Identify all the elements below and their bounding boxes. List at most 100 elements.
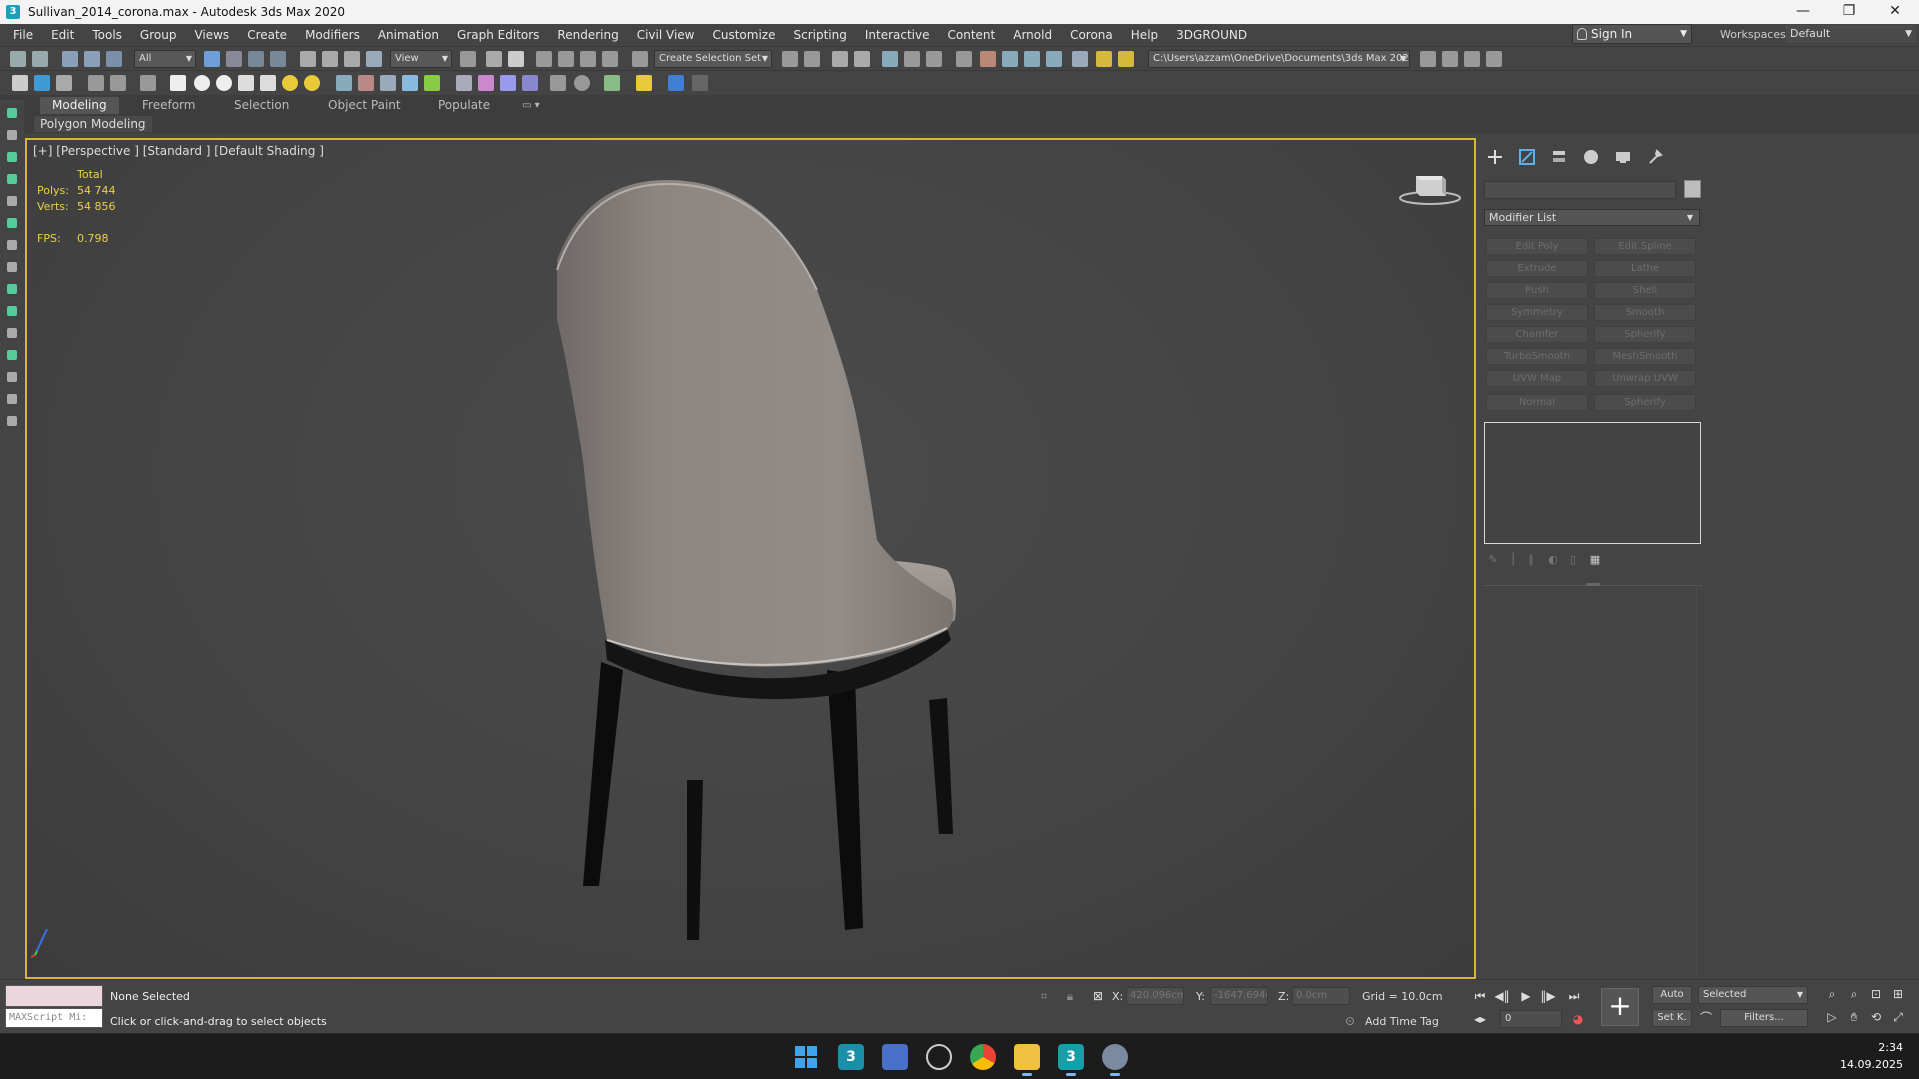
modifier-stack[interactable]: [1484, 422, 1701, 544]
menu-help[interactable]: Help: [1122, 28, 1167, 42]
window-crossing-icon[interactable]: [270, 51, 286, 67]
corona-icon[interactable]: [34, 75, 50, 91]
zoom-extents-icon[interactable]: ⊡: [1868, 986, 1884, 1002]
zoom-icon[interactable]: ⌕: [1824, 986, 1840, 1002]
layer-explorer-icon[interactable]: [854, 51, 870, 67]
filters-button[interactable]: Filters...: [1720, 1009, 1808, 1027]
menu-tools[interactable]: Tools: [83, 28, 131, 42]
modify-tool-icon[interactable]: [7, 130, 17, 140]
keyboard-shortcut-override-icon[interactable]: [508, 51, 524, 67]
set-key-big-icon[interactable]: +: [1601, 988, 1639, 1026]
modifier-button-edit-poly[interactable]: Edit Poly: [1486, 238, 1588, 255]
menu-modifiers[interactable]: Modifiers: [296, 28, 369, 42]
create-tab-icon[interactable]: [1486, 148, 1504, 166]
open-project-icon[interactable]: [1442, 51, 1458, 67]
play-icon[interactable]: ▶: [1518, 988, 1534, 1004]
auto-key-button[interactable]: Auto: [1652, 986, 1692, 1004]
script-icon[interactable]: [550, 75, 566, 91]
menu-rendering[interactable]: Rendering: [548, 28, 627, 42]
grid-dots-icon[interactable]: [692, 75, 708, 91]
project-settings-icon[interactable]: [1486, 51, 1502, 67]
scene-explorer-icon[interactable]: [832, 51, 848, 67]
corona-interactive-icon[interactable]: [1072, 51, 1088, 67]
modifier-button-spherify-2[interactable]: Spherify: [1594, 394, 1696, 411]
motion-tool-icon[interactable]: [7, 174, 17, 184]
modifier-button-unwrap-uvw[interactable]: Unwrap UVW: [1594, 370, 1696, 387]
search-icon[interactable]: [926, 1044, 952, 1070]
object-color-swatch[interactable]: [1684, 180, 1701, 198]
create-tool-icon[interactable]: [7, 108, 17, 118]
select-manipulate-icon[interactable]: [486, 51, 502, 67]
viewport-label-menu[interactable]: [+] [Perspective ] [Standard ] [Default …: [33, 144, 324, 158]
sign-in-dropdown[interactable]: Sign In ▼: [1572, 24, 1692, 44]
utilities-tool-icon[interactable]: [7, 218, 17, 228]
tab-modeling[interactable]: Modeling: [40, 97, 119, 114]
utilities-tab-icon[interactable]: [1646, 148, 1664, 166]
walkthrough-tool-icon[interactable]: [7, 372, 17, 382]
maxscript-mini-listener[interactable]: MAXScript Mi:: [5, 1008, 103, 1028]
selection-lock-icon[interactable]: 🔒︎: [1062, 988, 1078, 1004]
snaps-toggle-icon[interactable]: [536, 51, 552, 67]
layer-tool-icon[interactable]: [7, 240, 17, 250]
scatter-icon[interactable]: [358, 75, 374, 91]
display-tool-icon[interactable]: [7, 196, 17, 206]
next-frame-icon[interactable]: ‖▶: [1540, 988, 1556, 1004]
modifier-button-smooth[interactable]: Smooth: [1594, 304, 1696, 321]
rectangular-selection-icon[interactable]: [248, 51, 264, 67]
configure-modifier-sets-icon[interactable]: ▦: [1588, 553, 1602, 567]
x-coordinate-field[interactable]: 420.096cm: [1126, 987, 1184, 1005]
polygon-modeling-panel[interactable]: Polygon Modeling: [34, 116, 152, 132]
corona-tools-icon[interactable]: [1118, 51, 1134, 67]
reference-coordinate-dropdown[interactable]: View ▼: [390, 50, 452, 68]
modifier-button-spherify[interactable]: Spherify: [1594, 326, 1696, 343]
save-project-icon[interactable]: [1464, 51, 1480, 67]
object-name-field[interactable]: [1484, 181, 1676, 199]
modifier-button-edit-spline[interactable]: Edit Spline: [1594, 238, 1696, 255]
add-time-tag[interactable]: Add Time Tag: [1365, 1015, 1439, 1028]
close-button[interactable]: ✕: [1872, 0, 1918, 24]
restore-button[interactable]: ❐: [1826, 0, 1872, 24]
tab-selection[interactable]: Selection: [222, 97, 301, 114]
color-picker-icon[interactable]: [478, 75, 494, 91]
menu-edit[interactable]: Edit: [42, 28, 83, 42]
list-tool-icon[interactable]: [56, 75, 72, 91]
3dsmax-taskbar-icon[interactable]: 3: [838, 1044, 864, 1070]
rotate-icon[interactable]: [322, 51, 338, 67]
render-production-icon[interactable]: [1024, 51, 1040, 67]
project-path-dropdown[interactable]: C:\Users\azzam\OneDrive\Documents\3ds Ma…: [1148, 50, 1410, 68]
mirror-icon[interactable]: [782, 51, 798, 67]
spinner-snap-icon[interactable]: [602, 51, 618, 67]
3dsmax-app-icon[interactable]: 3: [6, 5, 20, 19]
3dsmax-running-icon[interactable]: 3: [1058, 1044, 1084, 1076]
remove-modifier-icon[interactable]: ◐: [1546, 553, 1560, 567]
chrome-icon[interactable]: [970, 1044, 996, 1070]
camera-icon[interactable]: [456, 75, 472, 91]
clock-time[interactable]: 2:34: [1878, 1041, 1903, 1054]
menu-views[interactable]: Views: [185, 28, 238, 42]
clock-date[interactable]: 14.09.2025: [1840, 1058, 1903, 1071]
modify-tab-icon[interactable]: [1518, 148, 1536, 166]
go-to-end-icon[interactable]: ⏭: [1566, 988, 1582, 1004]
hierarchy-tab-icon[interactable]: [1550, 148, 1568, 166]
modifier-button-push[interactable]: Push: [1486, 282, 1588, 299]
extra-tool-icon[interactable]: [7, 416, 17, 426]
scene-tool-icon[interactable]: [12, 75, 28, 91]
go-to-start-icon[interactable]: ⏮: [1472, 988, 1488, 1004]
viewcube[interactable]: [1398, 166, 1462, 206]
box-icon[interactable]: [170, 75, 186, 91]
fb-icon[interactable]: [668, 75, 684, 91]
sphere-icon[interactable]: [194, 75, 210, 91]
menu-arnold[interactable]: Arnold: [1004, 28, 1061, 42]
vfb-icon[interactable]: [500, 75, 516, 91]
edit-named-selection-icon[interactable]: [632, 51, 648, 67]
menu-animation[interactable]: Animation: [369, 28, 448, 42]
absolute-mode-icon[interactable]: ⊠: [1090, 988, 1106, 1004]
decal-icon[interactable]: [380, 75, 396, 91]
hierarchy-tool-icon[interactable]: [7, 152, 17, 162]
maximize-viewport-icon[interactable]: ⤢: [1890, 1009, 1906, 1025]
isolate-selection-icon[interactable]: ⌗: [1036, 988, 1052, 1004]
delete-modifier-icon[interactable]: ▯: [1566, 553, 1580, 567]
menu-content[interactable]: Content: [939, 28, 1005, 42]
tab-freeform[interactable]: Freeform: [130, 97, 207, 114]
perspective-viewport[interactable]: [+] [Perspective ] [Standard ] [Default …: [25, 138, 1476, 979]
